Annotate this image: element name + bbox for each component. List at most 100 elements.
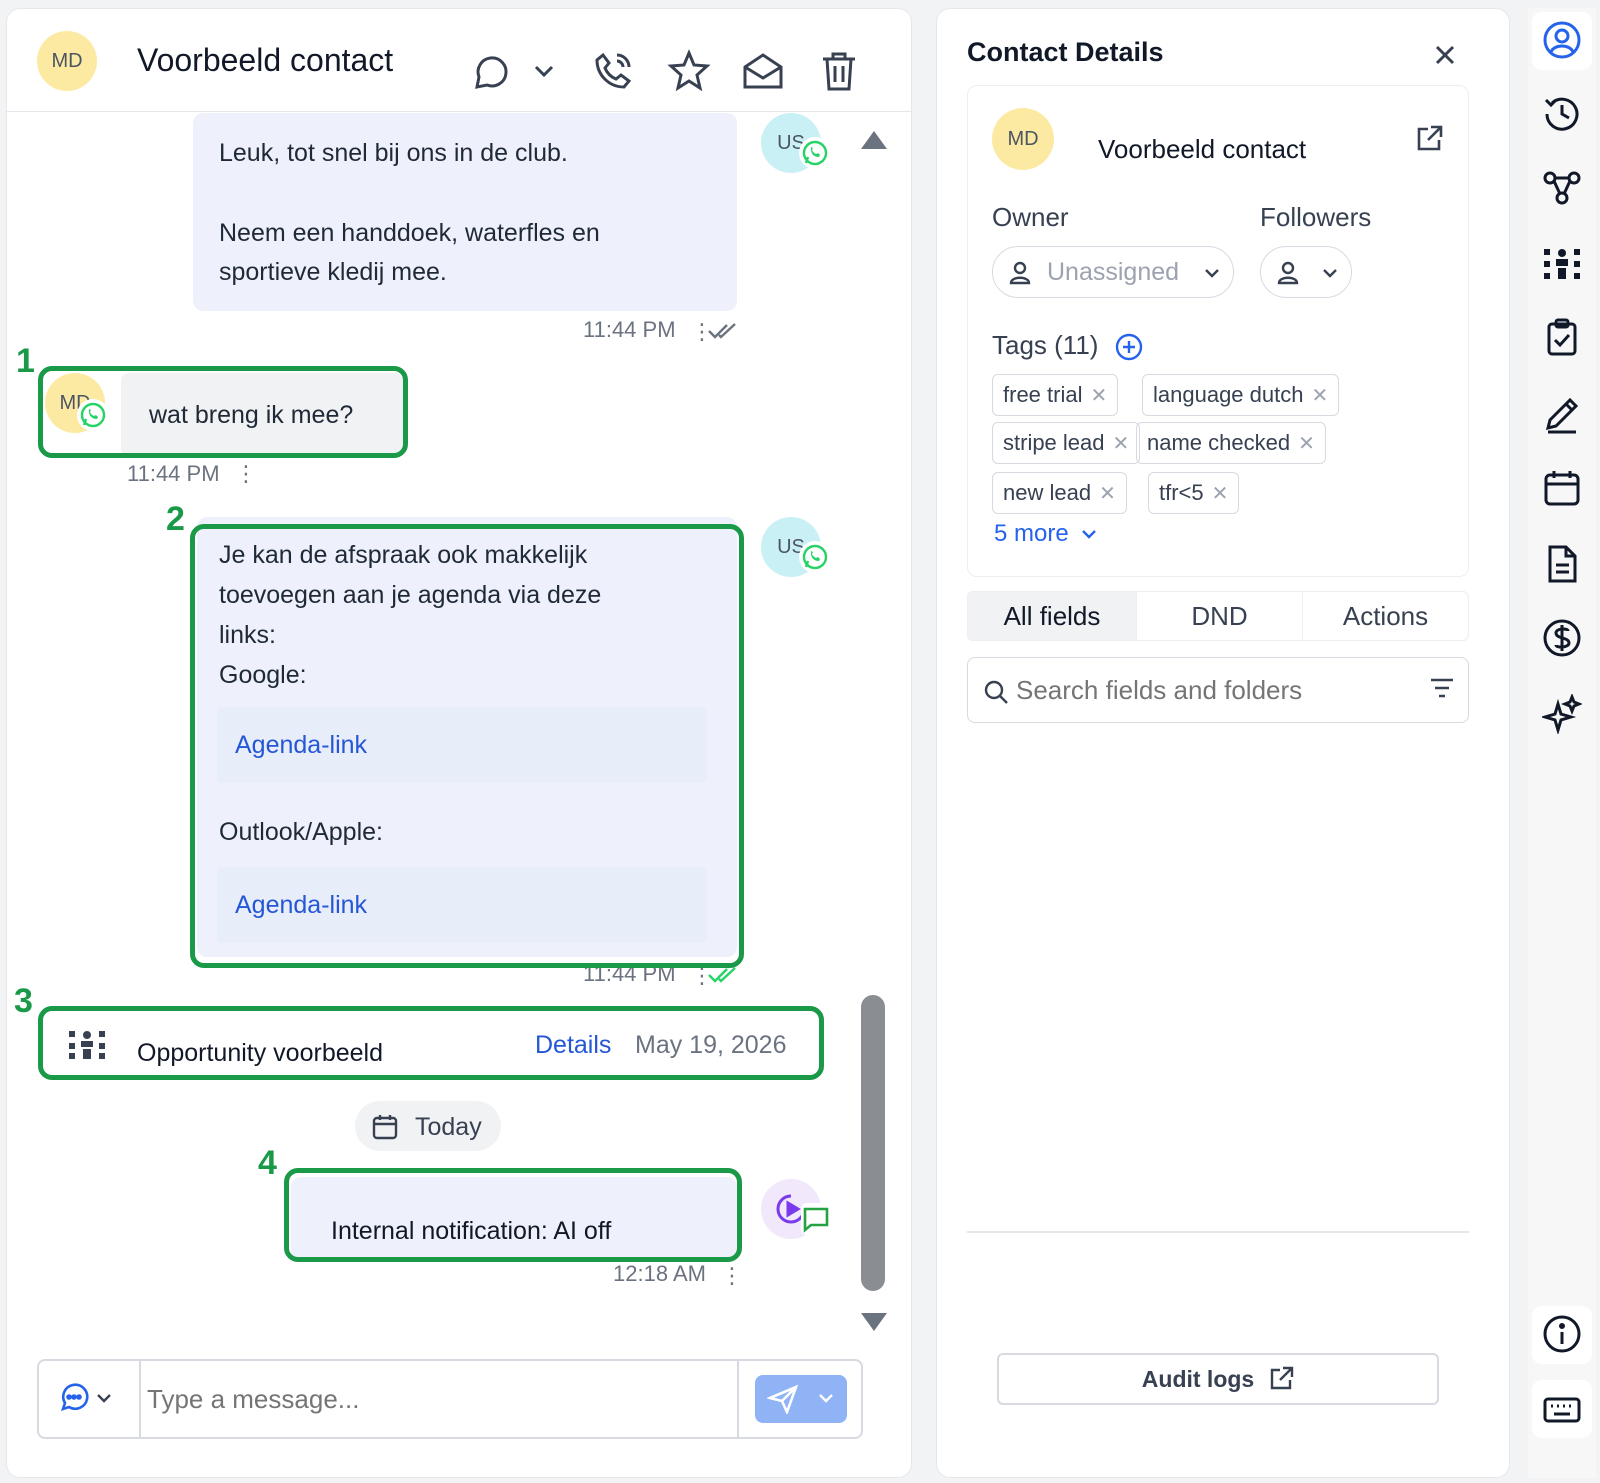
annotation-box-1 [38, 366, 408, 458]
composer-divider [737, 1361, 739, 1437]
chevron-down-icon[interactable] [93, 1387, 115, 1409]
contact-card: MD Voorbeeld contact Owner Followers Una… [967, 85, 1469, 577]
tag-label: language dutch [1153, 382, 1304, 407]
send-icon [767, 1384, 799, 1414]
tag-label: tfr<5 [1159, 480, 1204, 505]
calendar-icon [371, 1113, 399, 1141]
info-icon[interactable] [1542, 1314, 1582, 1354]
scroll-up-arrow[interactable] [859, 127, 889, 151]
history-icon[interactable] [1542, 94, 1582, 134]
trash-icon[interactable] [817, 49, 861, 93]
tab-all-fields[interactable]: All fields [968, 592, 1136, 640]
mail-icon[interactable] [741, 49, 785, 93]
payment-icon[interactable] [1542, 618, 1582, 658]
message-menu-icon[interactable]: ⋮ [235, 461, 257, 487]
opportunity-icon[interactable] [1542, 244, 1582, 284]
ai-bot-avatar [761, 1179, 833, 1243]
conversation-icon[interactable] [469, 49, 513, 93]
audit-logs-button[interactable]: Audit logs [997, 1353, 1439, 1405]
contact-avatar: MD [992, 108, 1054, 170]
tag-chip[interactable]: name checked ✕ [1136, 422, 1326, 464]
notes-icon[interactable] [1542, 394, 1582, 434]
filter-icon[interactable] [1428, 676, 1456, 700]
section-divider [967, 1231, 1469, 1233]
whatsapp-icon [799, 137, 831, 169]
message-composer [37, 1359, 863, 1439]
details-tabs: All fields DND Actions [967, 591, 1469, 641]
annotation-box-3 [38, 1006, 824, 1080]
contact-icon[interactable] [1542, 20, 1582, 60]
chat-type-icon[interactable] [59, 1383, 89, 1413]
task-icon[interactable] [1542, 318, 1582, 358]
remove-tag-icon[interactable]: ✕ [1212, 481, 1229, 506]
remove-tag-icon[interactable]: ✕ [1311, 383, 1328, 408]
document-icon[interactable] [1542, 544, 1582, 584]
tag-label: free trial [1003, 382, 1083, 407]
tag-chip[interactable]: stripe lead ✕ [992, 422, 1141, 464]
composer-divider [139, 1361, 141, 1437]
message-text: Leuk, tot snel bij ons in de club. [219, 139, 568, 167]
annotation-box-4 [284, 1168, 742, 1262]
owner-label: Owner [992, 202, 1069, 232]
tag-chip[interactable]: free trial ✕ [992, 374, 1119, 416]
followers-label: Followers [1260, 202, 1372, 232]
send-button[interactable] [755, 1375, 847, 1423]
external-link-icon [1268, 1366, 1294, 1392]
search-icon [982, 678, 1010, 706]
search-fields-input[interactable] [1016, 670, 1416, 710]
annotation-number: 3 [14, 982, 33, 1020]
tab-actions[interactable]: Actions [1302, 592, 1468, 640]
message-menu-icon[interactable]: ⋮ [721, 1263, 743, 1289]
chat-badge-icon [801, 1203, 833, 1235]
show-more-tags-link[interactable]: 5 more [994, 520, 1099, 548]
chevron-down-icon[interactable] [529, 49, 559, 93]
annotation-box-2 [190, 524, 744, 968]
tag-chip[interactable]: tfr<5 ✕ [1148, 472, 1240, 514]
external-link-icon[interactable] [1414, 124, 1444, 154]
message-text: Neem een handdoek, waterfles en [219, 219, 600, 247]
tab-dnd[interactable]: DND [1136, 592, 1302, 640]
chevron-down-icon [1201, 262, 1223, 284]
tag-label: new lead [1003, 480, 1092, 505]
star-icon[interactable] [667, 49, 711, 93]
read-receipt-icon [707, 321, 739, 341]
header-divider [7, 111, 911, 112]
tag-chip[interactable]: language dutch ✕ [1142, 374, 1340, 416]
annotation-number: 4 [258, 1144, 277, 1182]
followers-select[interactable] [1260, 246, 1352, 298]
phone-icon[interactable] [591, 49, 635, 93]
remove-tag-icon[interactable]: ✕ [1090, 383, 1107, 408]
sparkle-icon[interactable] [1542, 694, 1582, 734]
sender-avatar: US [761, 113, 831, 173]
chevron-down-icon[interactable] [815, 1387, 837, 1409]
remove-tag-icon[interactable]: ✕ [1099, 481, 1116, 506]
sender-avatar: US [761, 517, 831, 577]
message-timestamp: 11:44 PM [583, 317, 676, 342]
remove-tag-icon[interactable]: ✕ [1113, 431, 1130, 456]
contact-details-panel: Contact Details MD Voorbeeld contact Own… [936, 8, 1510, 1478]
keyboard-icon[interactable] [1542, 1390, 1582, 1430]
annotation-number: 1 [16, 342, 35, 380]
right-icon-rail [1528, 8, 1596, 1478]
contact-avatar[interactable]: MD [37, 31, 97, 91]
message-bubble-outgoing: Leuk, tot snel bij ons in de club. Neem … [193, 113, 737, 311]
scroll-down-arrow[interactable] [859, 1311, 889, 1335]
add-circle-icon[interactable] [1114, 332, 1144, 362]
calendar-icon[interactable] [1542, 468, 1582, 508]
message-text: sportieve kledij mee. [219, 258, 447, 286]
scrollbar-thumb[interactable] [861, 995, 885, 1291]
panel-title: Contact Details [967, 37, 1164, 67]
tag-chip[interactable]: new lead ✕ [992, 472, 1127, 514]
date-divider-label: Today [415, 1113, 482, 1141]
workflow-icon[interactable] [1542, 168, 1582, 208]
contact-name: Voorbeeld contact [1098, 134, 1307, 164]
close-icon[interactable] [1431, 41, 1459, 69]
message-input[interactable] [147, 1375, 727, 1423]
user-icon [1007, 259, 1033, 285]
remove-tag-icon[interactable]: ✕ [1298, 431, 1315, 456]
message-timestamp: 12:18 AM [613, 1261, 706, 1286]
owner-value: Unassigned [1047, 258, 1180, 286]
contact-name[interactable]: Voorbeeld contact [117, 31, 469, 89]
date-divider: Today [355, 1101, 501, 1151]
owner-select[interactable]: Unassigned [992, 246, 1234, 298]
